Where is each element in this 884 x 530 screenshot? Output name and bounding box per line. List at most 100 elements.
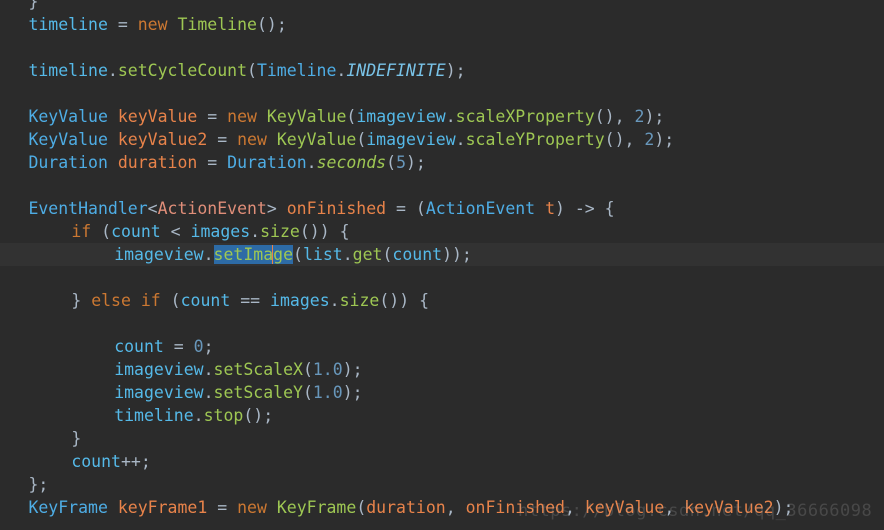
code-token: ); [773,498,794,517]
code-token: count [71,452,121,471]
code-line[interactable]: KeyValue keyValue2 = new KeyValue(imagev… [0,128,884,151]
code-line[interactable]: }; [0,473,884,496]
code-line[interactable]: count = 0; [0,335,884,358]
code-token: seconds [316,153,387,172]
code-token: onFinished [465,498,565,517]
code-token: . [329,291,340,310]
code-token: ); [342,360,363,379]
code-token: = [207,153,218,172]
code-token: . [336,61,347,80]
code-line[interactable]: imageview.setScaleY(1.0); [0,381,884,404]
code-line[interactable]: } else if (count == images.size()) { [0,289,884,312]
code-token: ); [445,61,466,80]
code-token: ()) { [299,222,350,241]
code-token: imageview [114,245,204,264]
code-token: . [250,222,261,241]
code-token: imageview [356,107,446,126]
code-token: = [173,337,184,356]
selected-token: setIma [213,245,274,264]
code-line[interactable] [0,36,884,59]
code-token: ++; [120,452,151,471]
code-editor[interactable]: } timeline = new Timeline(); timeline.setC… [0,0,884,530]
code-token: Timeline [177,15,257,34]
code-line[interactable]: imageview.setScaleX(1.0); [0,358,884,381]
code-token: = [217,130,228,149]
code-line[interactable] [0,174,884,197]
code-line[interactable] [0,266,884,289]
code-token: onFinished [286,199,387,218]
code-token: KeyValue [266,107,347,126]
code-token: (), [604,130,645,149]
code-token: if [140,291,161,310]
code-token: . [193,406,204,425]
code-token: Duration [28,153,108,172]
code-token: timeline [28,61,108,80]
selected-token: ge [273,245,294,264]
code-token: KeyFrame [276,498,357,517]
code-line[interactable] [0,312,884,335]
code-line[interactable]: count++; [0,450,884,473]
code-token: get [352,245,383,264]
code-token: 1.0 [312,360,343,379]
code-line[interactable]: } [0,427,884,450]
code-token: ); [654,130,675,149]
code-token: 0 [193,337,204,356]
code-token: count [180,291,231,310]
code-token: ( [356,498,367,517]
code-token: . [107,61,118,80]
code-token: EventHandler [28,199,148,218]
code-line[interactable]: Duration duration = Duration.seconds(5); [0,151,884,174]
code-token: setScaleY [213,383,303,402]
code-token: . [203,245,214,264]
code-token: timeline [28,15,108,34]
code-line[interactable]: if (count < images.size()) { [0,220,884,243]
code-line[interactable]: KeyValue keyValue = new KeyValue(imagevi… [0,105,884,128]
code-line[interactable]: timeline.stop(); [0,404,884,427]
code-token: list [302,245,343,264]
code-token: size [339,291,380,310]
code-token: KeyValue [28,107,108,126]
code-token: new [227,107,257,126]
code-token: setCycleCount [117,61,247,80]
code-token: . [203,360,214,379]
code-token: duration [366,498,446,517]
code-line[interactable] [0,82,884,105]
code-token: setScaleX [213,360,303,379]
code-token: ) [555,199,575,218]
code-token: if [71,222,92,241]
code-token: duration [117,153,198,172]
code-line[interactable]: timeline.setCycleCount(Timeline.INDEFINI… [0,59,884,82]
code-token: images [270,291,330,310]
code-token: < [147,199,158,218]
code-token: else [91,291,131,310]
code-line[interactable]: timeline = new Timeline(); [0,13,884,36]
code-token: KeyValue [28,130,108,149]
code-token: . [203,383,214,402]
code-token: keyValue2 [117,130,208,149]
code-token: , [664,498,685,517]
code-line[interactable]: imageview.setImage(list.get(count)); [0,243,884,266]
code-text-area[interactable]: } timeline = new Timeline(); timeline.setC… [0,0,884,530]
code-line[interactable]: EventHandler<ActionEvent> onFinished = (… [0,197,884,220]
code-token: new [237,130,267,149]
code-token: (); [256,15,287,34]
code-token: KeyFrame [28,498,108,517]
code-line[interactable]: KeyFrame keyFrame1 = new KeyFrame(durati… [0,496,884,519]
code-line[interactable]: } [0,0,884,13]
